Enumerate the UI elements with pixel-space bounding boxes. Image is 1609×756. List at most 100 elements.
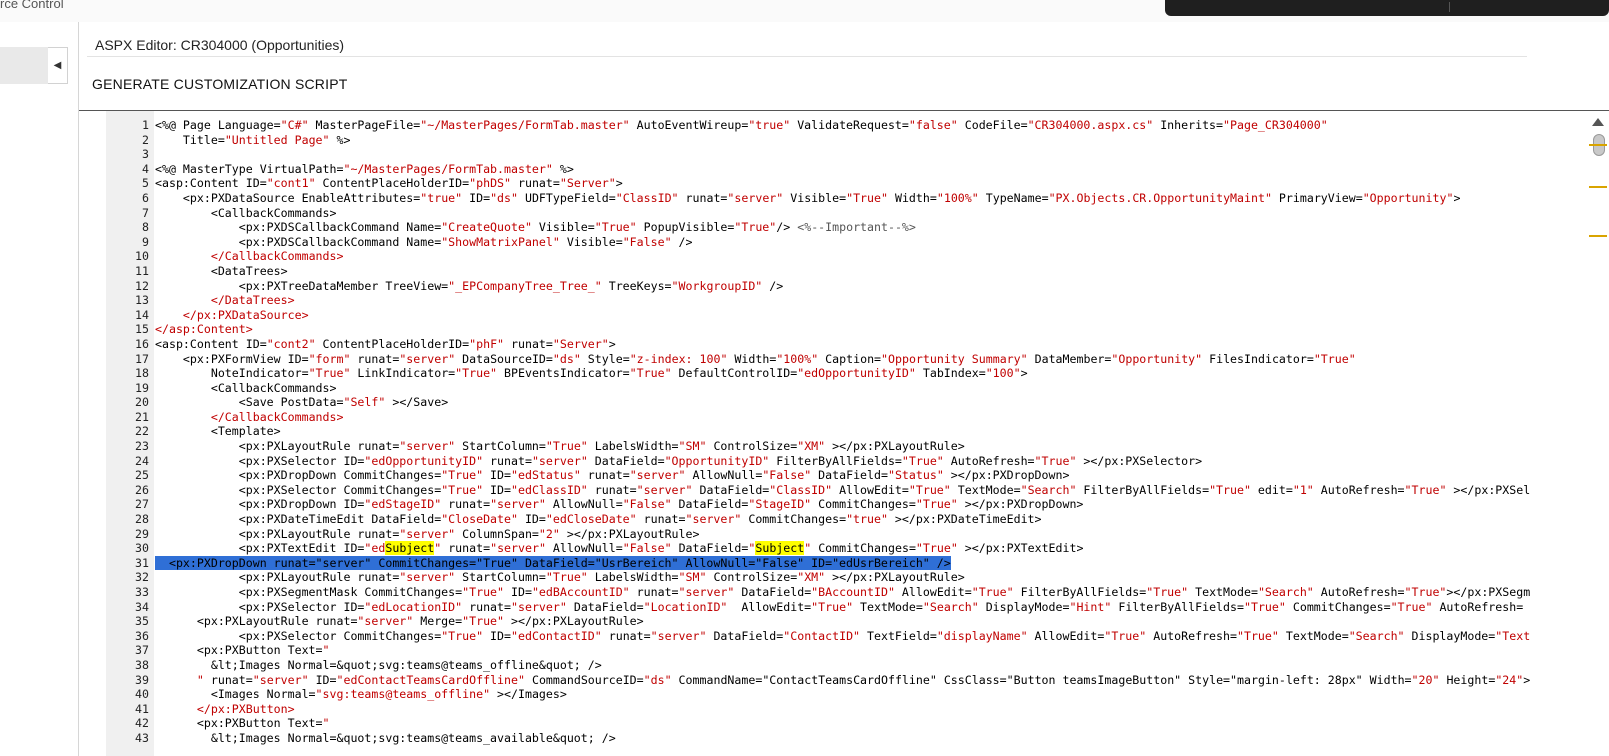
code-line[interactable]: 24 <px:PXSelector ID="edOpportunityID" r… xyxy=(106,454,1566,469)
line-number: 29 xyxy=(135,526,149,541)
code-token: CommandSourceID= xyxy=(524,672,644,687)
code-line[interactable]: 23 <px:PXLayoutRule runat="server" Start… xyxy=(106,439,1566,454)
code-line[interactable]: 6 <px:PXDataSource EnableAttributes="tru… xyxy=(106,191,1566,206)
code-line[interactable]: 12 <px:PXTreeDataMember TreeView="_EPCom… xyxy=(106,279,1566,294)
code-line[interactable]: 35 <px:PXLayoutRule runat="server" Merge… xyxy=(106,614,1566,629)
line-number: 21 xyxy=(135,409,149,424)
code-line[interactable]: 3 xyxy=(106,147,1566,162)
code-token: </DataTrees> xyxy=(210,293,295,308)
code-text: <px:PXLayoutRule runat="server" Merge="T… xyxy=(155,614,644,628)
left-navigation-pane: ◀ xyxy=(0,22,79,756)
code-line[interactable]: 19 <CallbackCommands> xyxy=(106,381,1566,396)
code-line[interactable]: 30 <px:PXTextEdit ID="edSubject" runat="… xyxy=(106,541,1566,556)
code-line[interactable]: 39 " runat="server" ID="edContactTeamsCa… xyxy=(106,673,1566,688)
line-number: 22 xyxy=(135,424,149,439)
main-content: ASPX Editor: CR304000 (Opportunities) GE… xyxy=(79,22,1609,756)
code-line[interactable]: 2 Title="Untitled Page" %> xyxy=(106,133,1566,148)
code-token: "server" xyxy=(678,585,735,599)
code-token: AllowEdit= xyxy=(1027,628,1105,643)
triangle-up-icon[interactable] xyxy=(1592,118,1604,126)
code-line[interactable]: 20 <Save PostData="Self" ></Save> xyxy=(106,395,1566,410)
code-text: <Template> xyxy=(155,424,281,438)
code-token: "server" xyxy=(399,526,456,541)
code-line[interactable]: 18 NoteIndicator="True" LinkIndicator="T… xyxy=(106,366,1566,381)
code-line[interactable]: 16 <asp:Content ID="cont2" ContentPlaceHo… xyxy=(106,337,1566,352)
code-line[interactable]: 22 <Template> xyxy=(106,424,1566,439)
line-number: 13 xyxy=(135,293,149,308)
code-line[interactable]: 27 <px:PXDropDown ID="edStageID" runat="… xyxy=(106,497,1566,512)
code-line[interactable]: 8 <px:PXDSCallbackCommand Name="CreateQu… xyxy=(106,220,1566,235)
code-line[interactable]: 13 </DataTrees> xyxy=(106,293,1566,308)
code-line[interactable]: 5 <asp:Content ID="cont1" ContentPlaceHol… xyxy=(106,176,1566,191)
code-token: ></px:PXDropDown> xyxy=(957,497,1084,512)
code-line[interactable]: 9 <px:PXDSCallbackCommand Name="ShowMatr… xyxy=(106,235,1566,250)
code-line[interactable]: 4 <%@ MasterType VirtualPath="~/MasterPag… xyxy=(106,162,1566,177)
code-line[interactable]: 32 <px:PXLayoutRule runat="server" Start… xyxy=(106,570,1566,585)
code-line[interactable]: 38 &lt;Images Normal=&quot;svg:teams@tea… xyxy=(106,658,1566,673)
code-token: "True" xyxy=(1313,351,1356,366)
code-token: DataField= xyxy=(692,482,770,497)
code-token: "edBAccountID" xyxy=(531,585,630,599)
selected-code-line[interactable]: 31 <px:PXDropDown runat="server" CommitC… xyxy=(106,555,1566,571)
code-lines[interactable]: 1 <%@ Page Language="C#" MasterPageFile="… xyxy=(106,118,1566,746)
code-line[interactable]: 11 <DataTrees> xyxy=(106,264,1566,279)
code-token: "server" xyxy=(650,628,707,643)
top-strip: rce Control xyxy=(0,0,1609,22)
code-token: "Untitled Page" xyxy=(224,132,330,147)
code-token: "server" xyxy=(636,482,693,497)
code-line[interactable]: 42 <px:PXButton Text=" xyxy=(106,716,1566,731)
code-line[interactable]: 14 </px:PXDataSource> xyxy=(106,308,1566,323)
code-line[interactable]: 28 <px:PXDateTimeEdit DataField="CloseDa… xyxy=(106,512,1566,527)
code-line[interactable]: 26 <px:PXSelector CommitChanges="True" I… xyxy=(106,483,1566,498)
generate-customization-script-button[interactable]: GENERATE CUSTOMIZATION SCRIPT xyxy=(92,76,347,92)
code-line[interactable]: 36 <px:PXSelector CommitChanges="True" I… xyxy=(106,629,1566,644)
code-line[interactable]: 15 </asp:Content> xyxy=(106,322,1566,337)
code-token: DataField= xyxy=(566,599,644,614)
line-number: 38 xyxy=(135,657,149,672)
code-token: "PX.Objects.CR.OpportunityMaint" xyxy=(1048,190,1272,205)
code-line[interactable]: 40 <Images Normal="svg:teams@teams_offli… xyxy=(106,687,1566,702)
code-token: "ds" xyxy=(490,190,518,205)
code-line[interactable]: 25 <px:PXDropDown CommitChanges="True" I… xyxy=(106,468,1566,483)
code-token: DataMember= xyxy=(1027,351,1112,366)
code-token: TypeName= xyxy=(978,190,1049,205)
line-number: 17 xyxy=(135,351,149,366)
collapse-pane-button[interactable]: ◀ xyxy=(48,47,68,84)
code-token: <px:PXFormView ID= xyxy=(155,351,309,366)
code-line[interactable]: 29 <px:PXLayoutRule runat="server" Colum… xyxy=(106,527,1566,542)
code-line[interactable]: 33 <px:PXSegmentMask CommitChanges="True… xyxy=(106,585,1566,600)
code-token: ID= xyxy=(504,585,532,599)
code-token: DataSourceID= xyxy=(455,351,553,366)
code-line[interactable]: 10 </CallbackCommands> xyxy=(106,249,1566,264)
code-token: TextMode= xyxy=(950,482,1021,497)
code-line[interactable]: 7 <CallbackCommands> xyxy=(106,206,1566,221)
code-line[interactable]: 43 &lt;Images Normal=&quot;svg:teams@tea… xyxy=(106,731,1566,746)
code-line[interactable]: 37 <px:PXButton Text=" xyxy=(106,643,1566,658)
code-line[interactable]: 34 <px:PXSelector ID="edLocationID" runa… xyxy=(106,600,1566,615)
code-token: "2" xyxy=(538,526,560,541)
code-token: AllowEdit= xyxy=(894,585,972,599)
code-token: ></px:PXTextEdit> xyxy=(957,541,1084,556)
code-token: "SM" xyxy=(678,570,707,585)
code-token: ></Images> xyxy=(490,687,567,702)
code-token: runat= xyxy=(441,541,491,556)
code-text: <CallbackCommands> xyxy=(155,206,337,220)
code-token: AllowNull= xyxy=(545,497,623,512)
line-number: 24 xyxy=(135,453,149,468)
code-line[interactable]: 17 <px:PXFormView ID="form" runat="serve… xyxy=(106,352,1566,367)
code-token: "Server" xyxy=(559,176,616,191)
code-token: "ds" xyxy=(552,351,581,366)
code-token: "ed xyxy=(364,541,386,556)
vertical-scrollbar[interactable] xyxy=(1587,111,1609,756)
selected-tree-item[interactable] xyxy=(0,47,48,84)
code-token: NoteIndicator= xyxy=(155,366,309,381)
code-line[interactable]: 41 </px:PXButton> xyxy=(106,702,1566,717)
code-line[interactable]: 21 </CallbackCommands> xyxy=(106,410,1566,425)
code-token: "edClassID" xyxy=(511,482,588,497)
code-editor[interactable]: 1 <%@ Page Language="C#" MasterPageFile="… xyxy=(106,111,1609,756)
search-match-highlight: Subject xyxy=(385,541,435,556)
code-line[interactable]: 1 <%@ Page Language="C#" MasterPageFile="… xyxy=(106,118,1566,133)
source-control-tab[interactable]: rce Control xyxy=(0,0,64,14)
line-number: 36 xyxy=(135,628,149,643)
